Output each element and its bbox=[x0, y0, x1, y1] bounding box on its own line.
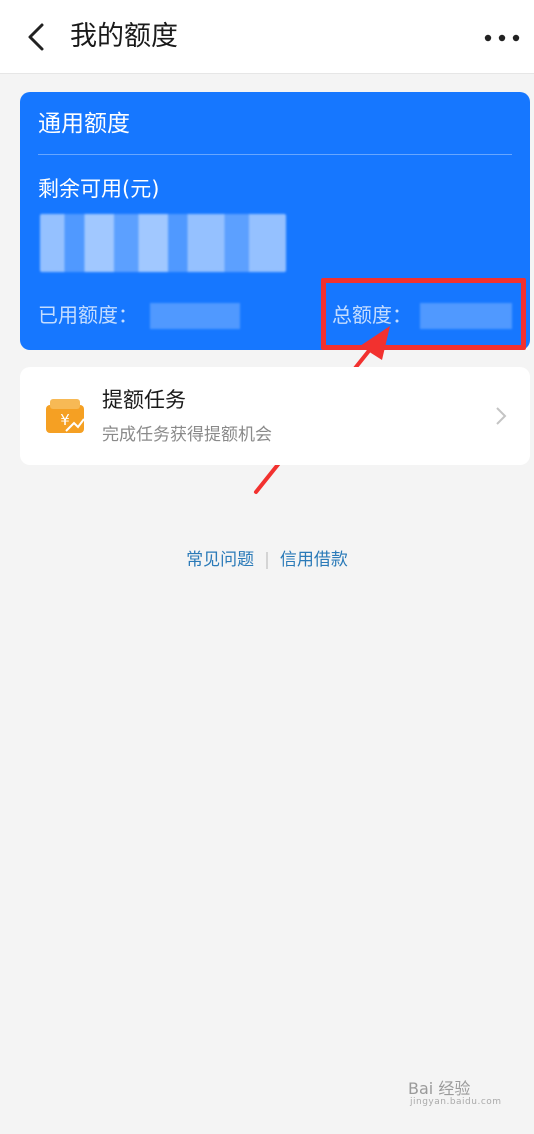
used-amount-redacted bbox=[150, 303, 240, 329]
watermark-url: jingyan.baidu.com bbox=[410, 1097, 502, 1107]
remaining-label: 剩余可用(元) bbox=[38, 177, 160, 201]
credit-loan-link[interactable]: 信用借款 bbox=[280, 550, 348, 570]
faq-link[interactable]: 常见问题 bbox=[186, 550, 254, 570]
card-title: 通用额度 bbox=[38, 111, 130, 137]
task-subtitle: 完成任务获得提额机会 bbox=[102, 425, 272, 445]
back-icon[interactable] bbox=[20, 19, 56, 55]
card-divider bbox=[38, 154, 512, 155]
svg-text:¥: ¥ bbox=[60, 411, 70, 429]
baidu-watermark: Bai 经验 jingyan.baidu.com bbox=[408, 1073, 508, 1113]
more-options-icon[interactable] bbox=[482, 22, 522, 52]
increase-limit-task[interactable]: ¥ 提额任务 完成任务获得提额机会 bbox=[20, 367, 530, 465]
task-title: 提额任务 bbox=[102, 388, 186, 412]
watermark-text: Bai 经验 bbox=[408, 1079, 471, 1098]
link-separator: | bbox=[264, 550, 270, 570]
used-limit-label: 已用额度： bbox=[38, 303, 138, 327]
nav-bar: 我的额度 bbox=[0, 0, 534, 74]
remaining-amount-redacted bbox=[40, 214, 286, 272]
footer-links: 常见问题 | 信用借款 bbox=[0, 548, 534, 572]
wallet-yuan-icon: ¥ bbox=[46, 399, 85, 433]
chevron-right-icon bbox=[496, 407, 507, 425]
page-title: 我的额度 bbox=[70, 21, 178, 52]
